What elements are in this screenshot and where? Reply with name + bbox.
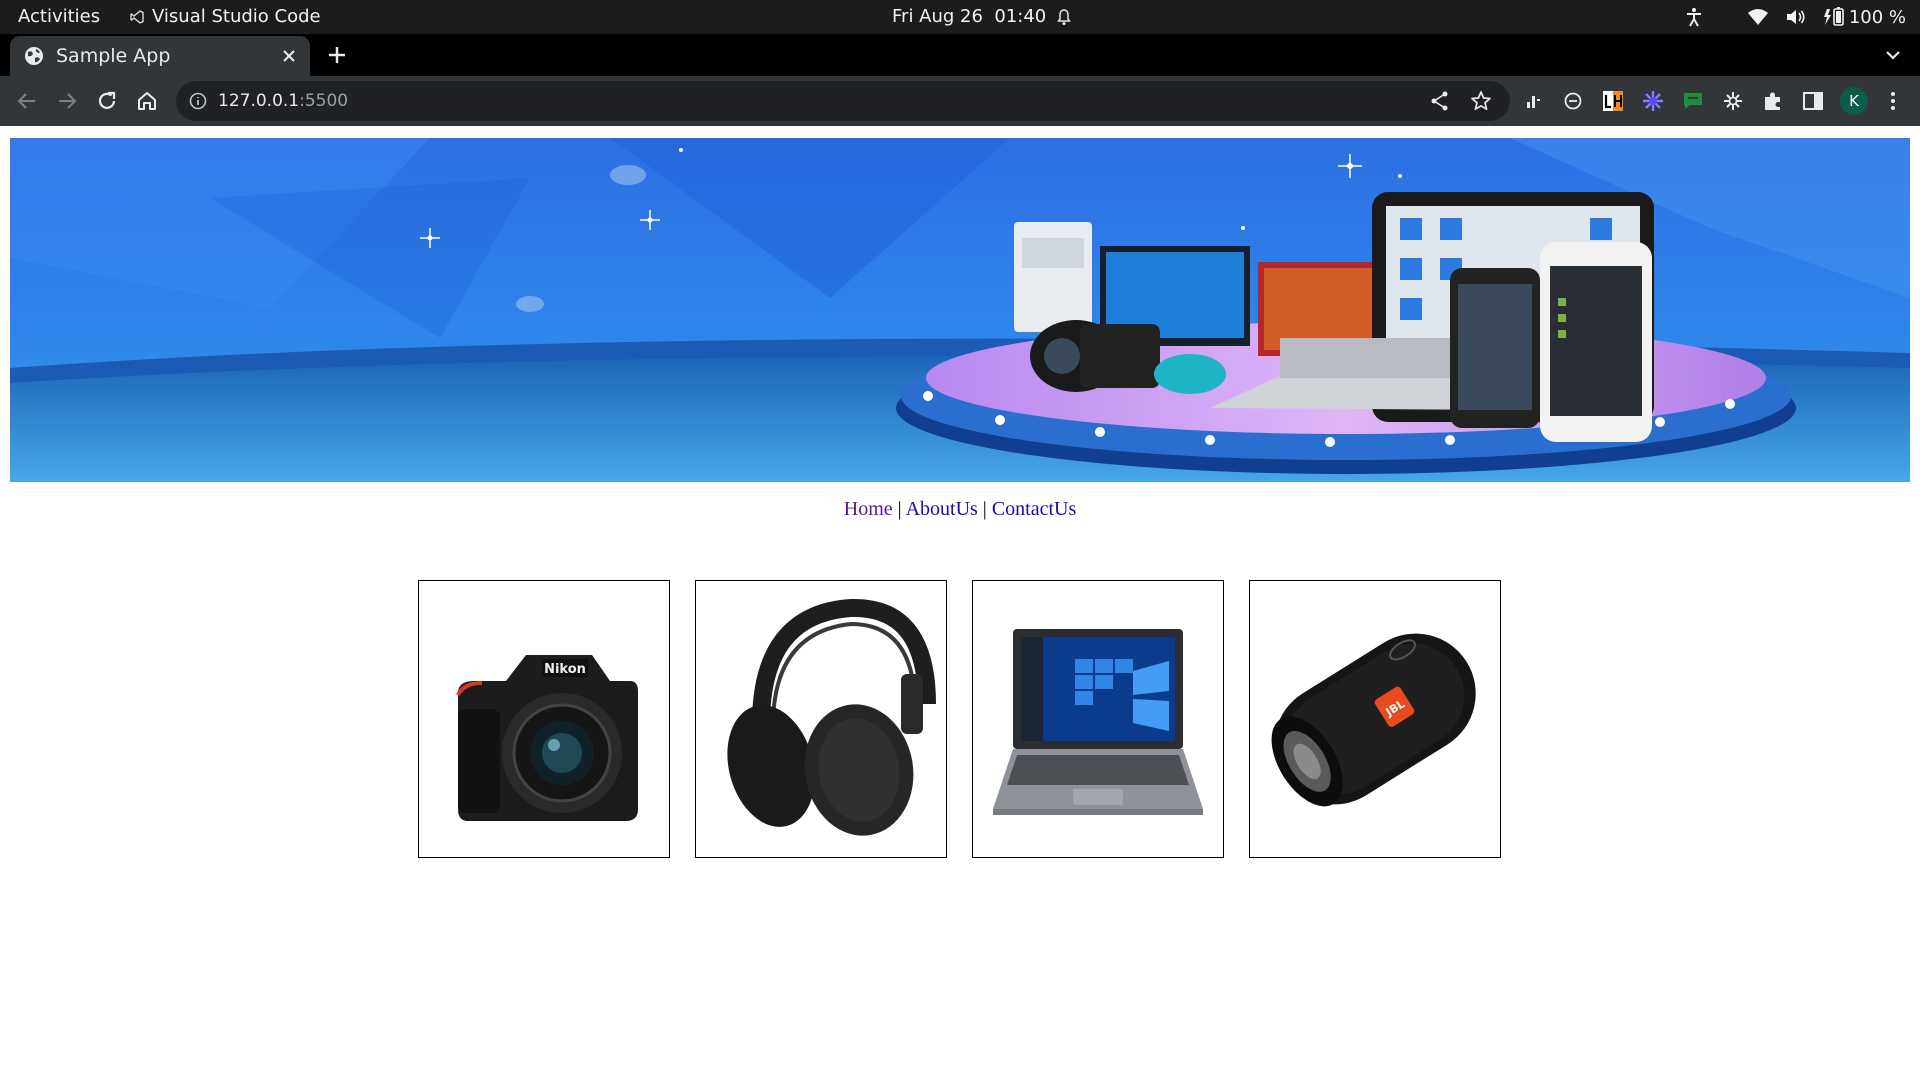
extension-gear-icon[interactable] (1720, 88, 1746, 114)
wifi-icon[interactable] (1747, 8, 1769, 26)
app-menu[interactable]: Visual Studio Code (130, 6, 321, 27)
globe-icon (24, 46, 44, 66)
page-content: Home | AboutUs | ContactUs Nikon JBL (0, 126, 1920, 1080)
laptop-image (993, 629, 1203, 815)
battery-icon[interactable]: 100 % (1823, 7, 1906, 28)
forward-icon[interactable] (54, 88, 80, 114)
extension-lh-icon[interactable] (1600, 88, 1626, 114)
camera-image: Nikon (456, 655, 638, 821)
nav-about-link[interactable]: AboutUs (906, 498, 978, 520)
volume-icon[interactable] (1785, 8, 1807, 26)
url-port: :5500 (299, 91, 349, 111)
profile-avatar[interactable]: K (1840, 87, 1868, 115)
product-card-speaker[interactable]: JBL (1249, 580, 1501, 858)
tab-search-chevron-icon[interactable] (1880, 42, 1906, 68)
datetime: Fri Aug 26 01:40 (892, 6, 1047, 27)
extension-circle-icon[interactable] (1560, 88, 1586, 114)
product-card-laptop[interactable] (972, 580, 1224, 858)
system-top-bar: Activities Visual Studio Code Fri Aug 26… (0, 0, 1920, 34)
url-host: 127.0.0.1 (218, 91, 300, 111)
nikon-logo-text: Nikon (544, 662, 586, 677)
product-card-camera[interactable]: Nikon (418, 580, 670, 858)
kebab-menu-icon[interactable] (1880, 88, 1906, 114)
accessibility-icon[interactable] (1685, 7, 1703, 27)
nav-separator: | (897, 498, 902, 520)
app-name: Visual Studio Code (152, 6, 321, 27)
site-nav: Home | AboutUs | ContactUs (0, 498, 1920, 521)
extension-bars-icon[interactable] (1520, 88, 1546, 114)
extension-chat-icon[interactable] (1680, 88, 1706, 114)
nav-separator: | (982, 498, 987, 520)
browser-toolbar: 127.0.0.1:5500 K (0, 76, 1920, 126)
product-card-headphones[interactable] (695, 580, 947, 858)
speaker-image: JBL (1271, 633, 1476, 807)
site-info-icon[interactable] (188, 91, 208, 111)
reload-icon[interactable] (94, 88, 120, 114)
nav-home-link[interactable]: Home (844, 498, 893, 520)
alarm-icon (1056, 8, 1072, 26)
tab-strip: Sample App (0, 34, 1920, 76)
side-panel-icon[interactable] (1800, 88, 1826, 114)
clock[interactable]: Fri Aug 26 01:40 (892, 6, 1072, 27)
system-tray[interactable]: 100 % (1685, 4, 1906, 30)
address-bar[interactable]: 127.0.0.1:5500 (176, 81, 1510, 121)
battery-percent: 100 % (1848, 6, 1906, 28)
product-grid: Nikon JBL (418, 580, 1501, 858)
tab-sample-app[interactable]: Sample App (10, 36, 310, 76)
tab-title: Sample App (56, 45, 171, 67)
close-tab-icon[interactable] (282, 49, 296, 63)
profile-initial: K (1849, 92, 1859, 110)
share-icon[interactable] (1428, 89, 1452, 113)
extension-spark-icon[interactable] (1640, 88, 1666, 114)
nav-contact-link[interactable]: ContactUs (992, 498, 1076, 520)
url-text[interactable]: 127.0.0.1:5500 (218, 91, 348, 111)
activities-button[interactable]: Activities (18, 6, 100, 27)
back-icon[interactable] (14, 88, 40, 114)
bookmark-star-icon[interactable] (1469, 89, 1493, 113)
vscode-icon (130, 9, 144, 24)
hero-banner (10, 138, 1910, 482)
extensions-puzzle-icon[interactable] (1760, 88, 1786, 114)
headphones-image (727, 598, 936, 836)
home-icon[interactable] (134, 88, 160, 114)
new-tab-button[interactable] (322, 40, 352, 70)
